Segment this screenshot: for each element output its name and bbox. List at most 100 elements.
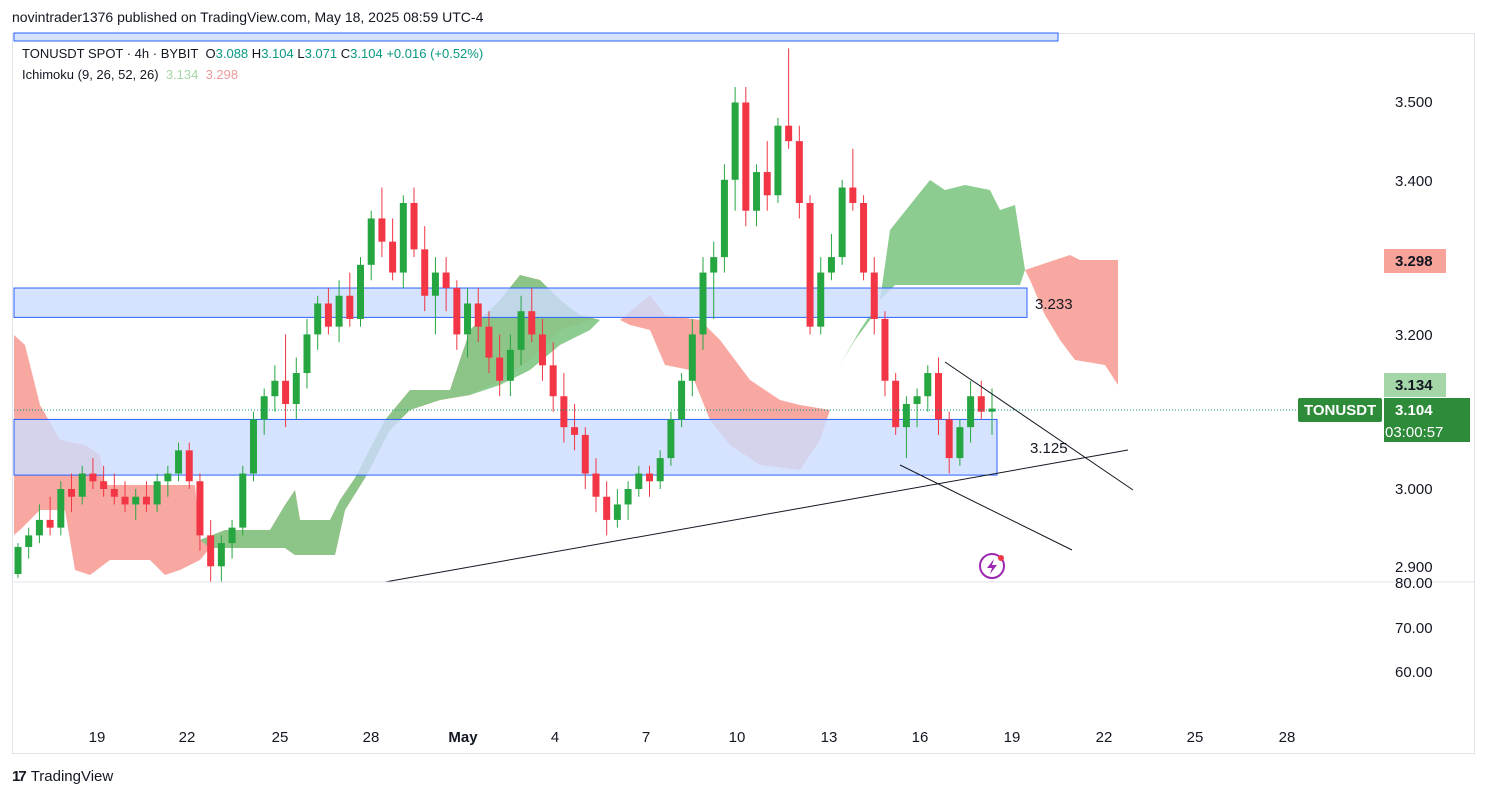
- candle-body: [506, 349, 514, 381]
- candle: [410, 187, 418, 258]
- indicator-value-1: 3.134: [165, 67, 199, 82]
- alert-icon[interactable]: [979, 553, 1005, 579]
- candle: [271, 365, 279, 412]
- candle: [346, 272, 354, 327]
- candle-body: [806, 202, 814, 327]
- candle: [742, 87, 750, 227]
- candle-body: [763, 172, 771, 196]
- candle: [795, 125, 803, 219]
- lower-tick: 80.00: [1395, 575, 1433, 592]
- high-label: H: [251, 46, 262, 61]
- candle-body: [164, 473, 172, 482]
- price-chart[interactable]: 3.500 3.400 3.200 3.000 2.90080.00 70.00 60.00…: [0, 0, 1488, 800]
- indicator-legend[interactable]: Ichimoku (9, 26, 52, 26) 3.134 3.298: [22, 67, 238, 82]
- candle-body: [977, 396, 985, 412]
- price-tick: 3.500: [1395, 94, 1433, 111]
- candle-body: [217, 543, 225, 567]
- last-price-label: 3.104: [1395, 402, 1433, 419]
- candle-body: [934, 373, 942, 420]
- candle-body: [496, 357, 504, 381]
- candle-body: [132, 496, 140, 505]
- open-label: O: [205, 46, 216, 61]
- price-tick: 3.400: [1395, 173, 1433, 190]
- time-tick: 7: [642, 729, 650, 746]
- candle-body: [870, 272, 878, 319]
- candle-body: [603, 496, 611, 520]
- candle-body: [25, 535, 33, 547]
- candle-body: [324, 303, 332, 327]
- candle-body: [678, 380, 686, 420]
- candle: [389, 218, 397, 281]
- candle: [25, 527, 33, 559]
- candle-body: [121, 496, 129, 505]
- candle: [881, 311, 889, 397]
- candle: [785, 48, 793, 149]
- candle-body: [35, 519, 43, 536]
- ichimoku-b-label: 3.298: [1395, 253, 1433, 270]
- candle: [774, 117, 782, 203]
- candle-body: [860, 202, 868, 273]
- change-value: +0.016 (+0.52%): [386, 46, 484, 61]
- candle-body: [185, 450, 193, 482]
- candle-body: [538, 334, 546, 366]
- time-axis[interactable]: 19 22 25 28 May 4 7 10 13 16 19 22 25 28: [89, 729, 1296, 746]
- candle: [249, 411, 257, 482]
- candle: [367, 210, 375, 281]
- candle-body: [913, 396, 921, 404]
- candle-body: [335, 295, 343, 327]
- time-tick: 10: [729, 729, 746, 746]
- countdown-label: 03:00:57: [1385, 424, 1443, 441]
- candle-body: [613, 504, 621, 520]
- candle-body: [817, 272, 825, 327]
- symbol-name: TONUSDT SPOT · 4h · BYBIT: [22, 46, 199, 61]
- candle-body: [357, 264, 365, 319]
- candle: [453, 280, 461, 350]
- candle-body: [239, 473, 247, 528]
- candle-body: [902, 403, 910, 428]
- close-value: 3.104: [350, 46, 383, 61]
- indicator-value-2: 3.298: [205, 67, 239, 82]
- lower-tick: 60.00: [1395, 664, 1433, 681]
- candle-body: [838, 187, 846, 258]
- candle-body: [421, 249, 429, 296]
- candle-body: [282, 380, 290, 404]
- candle-body: [68, 489, 76, 497]
- ichimoku-cloud: [14, 180, 1118, 575]
- candle-body: [795, 141, 803, 203]
- ichimoku-a-label: 3.134: [1395, 377, 1433, 394]
- candle-body: [528, 311, 536, 335]
- candle: [817, 257, 825, 335]
- time-tick: 22: [1096, 729, 1113, 746]
- time-tick: 4: [551, 729, 559, 746]
- candle-body: [742, 102, 750, 211]
- candle: [282, 334, 290, 428]
- price-tick: 2.900: [1395, 559, 1433, 576]
- candle-body: [753, 172, 761, 211]
- candle-body: [464, 303, 472, 335]
- candle-body: [624, 489, 632, 505]
- candle: [581, 427, 589, 489]
- candle-body: [560, 396, 568, 428]
- candle-body: [517, 311, 525, 350]
- channel-lower-line: [899, 464, 1073, 551]
- support-zone: [13, 418, 998, 476]
- time-tick: 25: [1187, 729, 1204, 746]
- candle-body: [249, 419, 257, 474]
- candle-body: [720, 179, 728, 258]
- candle: [870, 257, 878, 335]
- candle: [14, 543, 22, 578]
- candle: [228, 519, 236, 559]
- footer-brand[interactable]: 17 TradingView: [12, 768, 113, 785]
- low-label: L: [297, 46, 305, 61]
- candle-body: [924, 373, 932, 397]
- candle-body: [100, 481, 108, 489]
- candle-body: [967, 396, 975, 428]
- candle-body: [399, 202, 407, 273]
- candle: [838, 179, 846, 265]
- close-label: C: [340, 46, 351, 61]
- time-tick: 22: [179, 729, 196, 746]
- candle-body: [207, 535, 215, 567]
- candle-body: [485, 326, 493, 358]
- time-tick: 16: [912, 729, 929, 746]
- candle-body: [175, 450, 183, 474]
